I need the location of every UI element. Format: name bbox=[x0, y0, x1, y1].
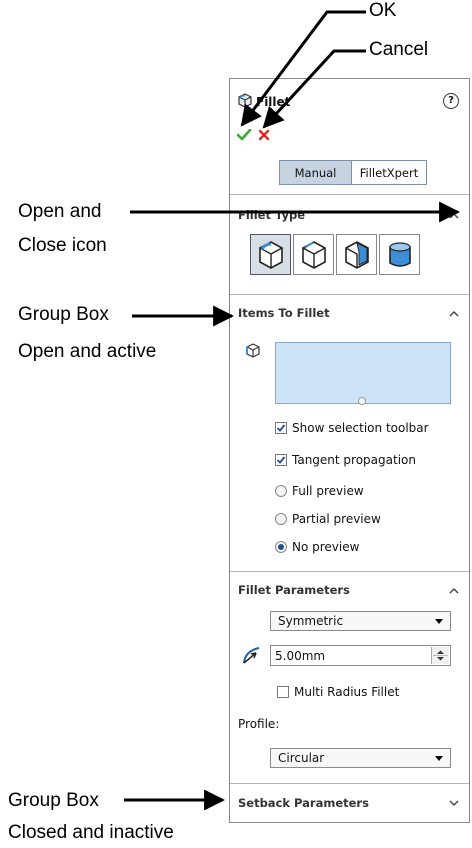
group-open-callout-line1: Group Box bbox=[18, 304, 109, 325]
fillet-method-dropdown[interactable]: Symmetric bbox=[270, 611, 451, 631]
profile-dropdown[interactable]: Circular bbox=[270, 748, 451, 768]
chevron-down-icon[interactable] bbox=[449, 798, 459, 808]
tab-filletxpert[interactable]: FilletXpert bbox=[352, 161, 426, 184]
show-selection-toolbar-option[interactable]: Show selection toolbar bbox=[275, 421, 429, 435]
radio-button[interactable] bbox=[275, 485, 287, 497]
profile-label: Profile: bbox=[238, 717, 280, 731]
multi-radius-option[interactable]: Multi Radius Fillet bbox=[277, 685, 399, 699]
full-round-fillet-button[interactable] bbox=[379, 234, 420, 275]
radius-icon bbox=[243, 647, 260, 664]
group-closed-callout-line1: Group Box bbox=[8, 790, 99, 811]
partial-preview-option[interactable]: Partial preview bbox=[275, 512, 381, 526]
section-divider bbox=[230, 294, 469, 295]
chevron-up-icon[interactable] bbox=[449, 586, 459, 596]
cancel-callout: Cancel bbox=[369, 39, 429, 60]
option-label: Tangent propagation bbox=[292, 453, 416, 467]
edge-selection-icon bbox=[246, 343, 260, 358]
tab-manual[interactable]: Manual bbox=[280, 161, 352, 184]
open-close-callout-line1: Open and bbox=[18, 201, 102, 222]
checkbox[interactable] bbox=[275, 454, 287, 466]
radius-spinner[interactable] bbox=[431, 647, 449, 664]
constant-size-fillet-button[interactable] bbox=[250, 234, 291, 275]
option-label: No preview bbox=[292, 540, 360, 554]
section-divider bbox=[230, 571, 469, 572]
face-fillet-icon bbox=[345, 241, 369, 269]
panel-title: Fillet bbox=[256, 95, 291, 109]
no-preview-option[interactable]: No preview bbox=[275, 540, 359, 554]
group-open-callout-line2: Open and active bbox=[18, 341, 157, 362]
fillet-feature-icon bbox=[238, 93, 252, 108]
dropdown-value: Circular bbox=[278, 751, 325, 765]
section-divider bbox=[230, 783, 469, 784]
radius-field[interactable]: 5.00mm bbox=[270, 645, 451, 666]
cancel-x-icon[interactable] bbox=[258, 129, 270, 141]
checkbox[interactable] bbox=[277, 686, 289, 698]
constant-size-fillet-icon bbox=[259, 241, 283, 269]
variable-size-fillet-icon bbox=[302, 241, 326, 269]
dropdown-value: Symmetric bbox=[278, 614, 344, 628]
face-fillet-button[interactable] bbox=[336, 234, 377, 275]
fillet-parameters-header[interactable]: Fillet Parameters bbox=[238, 583, 350, 597]
checkmark-icon bbox=[276, 424, 286, 432]
group-closed-callout-line2: Closed and inactive bbox=[8, 822, 174, 843]
checkbox[interactable] bbox=[275, 422, 287, 434]
ok-checkmark-icon[interactable] bbox=[237, 129, 251, 141]
full-preview-option[interactable]: Full preview bbox=[275, 484, 364, 498]
option-label: Full preview bbox=[292, 484, 364, 498]
option-label: Partial preview bbox=[292, 512, 381, 526]
section-divider bbox=[230, 194, 469, 195]
spinner-arrows-icon bbox=[433, 650, 448, 661]
resize-handle[interactable] bbox=[358, 397, 366, 405]
tangent-propagation-option[interactable]: Tangent propagation bbox=[275, 453, 416, 467]
items-selection-box[interactable] bbox=[275, 342, 451, 404]
dropdown-arrow-icon bbox=[435, 619, 443, 624]
chevron-up-icon[interactable] bbox=[449, 309, 459, 319]
radio-button[interactable] bbox=[275, 513, 287, 525]
fillet-property-manager: Fillet ? Manual FilletXpert Fillet Type bbox=[229, 78, 470, 823]
option-label: Multi Radius Fillet bbox=[294, 685, 400, 699]
option-label: Show selection toolbar bbox=[292, 421, 429, 435]
setback-parameters-header[interactable]: Setback Parameters bbox=[238, 796, 369, 810]
fillet-type-header[interactable]: Fillet Type bbox=[238, 208, 305, 222]
full-round-fillet-icon bbox=[389, 242, 411, 267]
radius-value: 5.00mm bbox=[275, 649, 326, 663]
checkmark-icon bbox=[276, 456, 286, 464]
chevron-up-icon[interactable] bbox=[449, 211, 459, 221]
mode-toggle: Manual FilletXpert bbox=[279, 160, 427, 185]
help-icon[interactable]: ? bbox=[443, 93, 459, 109]
radio-button[interactable] bbox=[275, 541, 287, 553]
open-close-callout-line2: Close icon bbox=[18, 235, 107, 256]
ok-callout: OK bbox=[369, 0, 397, 21]
items-to-fillet-header[interactable]: Items To Fillet bbox=[238, 306, 330, 320]
dropdown-arrow-icon bbox=[435, 756, 443, 761]
variable-size-fillet-button[interactable] bbox=[293, 234, 334, 275]
